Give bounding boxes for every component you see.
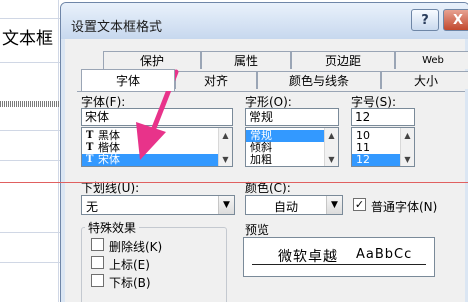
chevron-down-icon[interactable]: ▼ bbox=[326, 196, 342, 214]
scroll-up-icon[interactable]: ▲ bbox=[401, 128, 414, 142]
normal-font-label: 普通字体(N) bbox=[371, 200, 438, 214]
scroll-down-icon[interactable]: ▼ bbox=[325, 152, 338, 166]
truetype-icon: T bbox=[86, 130, 94, 141]
tab-protection[interactable]: 保护 bbox=[103, 51, 201, 69]
strikethrough-label: 删除线(K) bbox=[109, 240, 163, 254]
preview-text-cn: 微软卓越 bbox=[278, 249, 338, 265]
scroll-down-icon[interactable]: ▼ bbox=[401, 152, 414, 166]
superscript-label: 上标(E) bbox=[109, 258, 150, 272]
tab-strip-border bbox=[77, 91, 465, 92]
tab-web[interactable]: Web bbox=[395, 51, 468, 69]
font-list-scrollbar[interactable]: ▲ ▼ bbox=[218, 128, 232, 166]
effects-title: 特殊效果 bbox=[85, 219, 140, 236]
tab-font[interactable]: 字体 bbox=[81, 69, 175, 91]
tab-colors-lines[interactable]: 颜色与线条 bbox=[257, 71, 381, 89]
underline-select[interactable]: 无 ▼ bbox=[81, 195, 235, 215]
annotation-line bbox=[0, 182, 468, 183]
size-list[interactable]: 10 11 12 ▲ ▼ bbox=[351, 127, 415, 167]
preview-text-en: AaBbCc bbox=[356, 247, 413, 262]
size-list-item-selected[interactable]: 12 bbox=[352, 154, 400, 166]
cell-text: 文本框 bbox=[2, 29, 53, 49]
color-select[interactable]: 自动 ▼ bbox=[245, 195, 343, 215]
truetype-icon: T bbox=[86, 154, 94, 165]
dialog-client-area: 保护 属性 页边距 Web 字体 对齐 颜色与线条 大小 字体(F): 宋体 T… bbox=[65, 39, 468, 302]
superscript-checkbox[interactable] bbox=[91, 256, 104, 269]
size-list-scrollbar[interactable]: ▲ ▼ bbox=[400, 128, 414, 166]
tab-properties[interactable]: 属性 bbox=[201, 51, 291, 69]
tab-margins[interactable]: 页边距 bbox=[291, 51, 395, 69]
close-button[interactable]: X bbox=[443, 9, 468, 31]
style-input[interactable]: 常规 bbox=[245, 108, 339, 126]
normal-font-checkbox[interactable]: ✓ bbox=[353, 198, 366, 211]
preview-title: 预览 bbox=[245, 223, 270, 237]
scroll-down-icon[interactable]: ▼ bbox=[219, 152, 232, 166]
subscript-label: 下标(B) bbox=[109, 276, 151, 290]
dialog-title: 设置文本框格式 bbox=[71, 20, 163, 35]
grid-line bbox=[58, 0, 59, 302]
font-list-item-selected[interactable]: T 宋体 bbox=[82, 154, 232, 166]
style-list[interactable]: 常规 倾斜 加粗 ▲ ▼ bbox=[245, 127, 339, 167]
font-list[interactable]: T 黑体 T 楷体 T 宋体 ▲ ▼ bbox=[81, 127, 233, 167]
tab-size[interactable]: 大小 bbox=[381, 71, 468, 89]
color-value: 自动 bbox=[273, 200, 298, 214]
chevron-down-icon[interactable]: ▼ bbox=[218, 196, 234, 214]
scroll-up-icon[interactable]: ▲ bbox=[219, 128, 232, 142]
format-textbox-dialog: 设置文本框格式 ? X 保护 属性 页边距 Web 字体 对齐 颜色与线条 大小… bbox=[60, 2, 468, 302]
strikethrough-checkbox[interactable] bbox=[91, 238, 104, 251]
underline-value: 无 bbox=[86, 200, 99, 214]
truetype-icon: T bbox=[86, 142, 94, 153]
font-input[interactable]: 宋体 bbox=[81, 108, 233, 126]
tab-alignment[interactable]: 对齐 bbox=[175, 71, 257, 89]
scroll-up-icon[interactable]: ▲ bbox=[325, 128, 338, 142]
preview-box: 微软卓越 AaBbCc bbox=[243, 237, 435, 277]
title-bar[interactable]: 设置文本框格式 ? X bbox=[61, 3, 468, 39]
subscript-checkbox[interactable] bbox=[91, 274, 104, 287]
style-list-scrollbar[interactable]: ▲ ▼ bbox=[324, 128, 338, 166]
textbox-border-hatch bbox=[0, 101, 60, 107]
size-input[interactable]: 12 bbox=[351, 108, 415, 126]
help-button[interactable]: ? bbox=[411, 9, 439, 31]
